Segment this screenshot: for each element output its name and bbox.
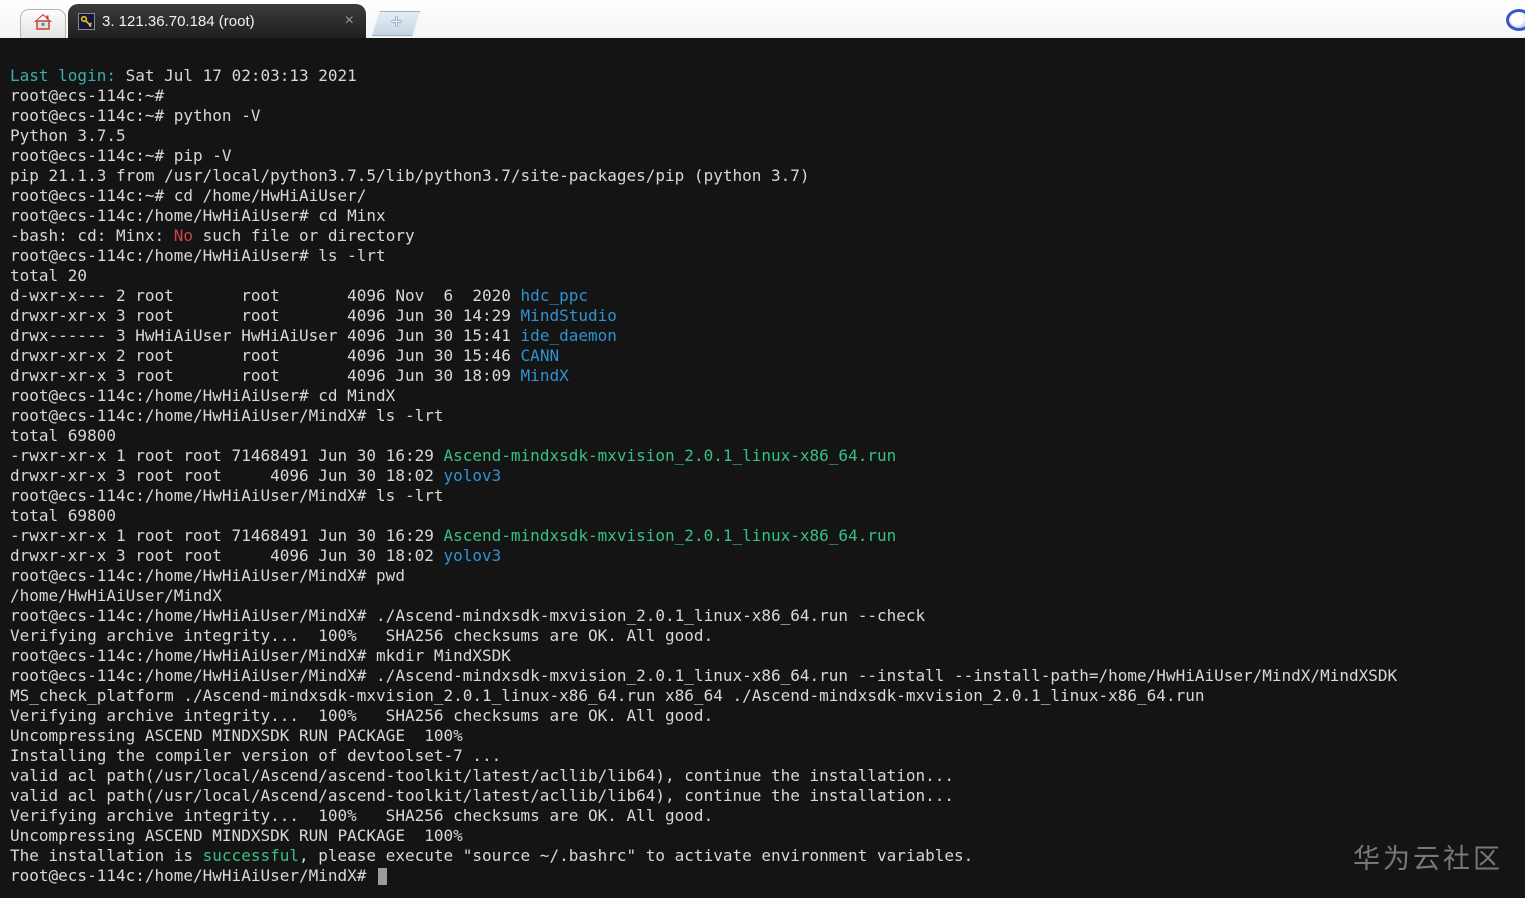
close-icon[interactable]: × — [345, 13, 354, 29]
terminal-line: -rwxr-xr-x 1 root root 71468491 Jun 30 1… — [10, 446, 897, 465]
terminal-line: Installing the compiler version of devto… — [10, 746, 502, 765]
terminal-line: drwxr-xr-x 3 root root 4096 Jun 30 14:29… — [10, 306, 617, 325]
terminal-line: root@ecs-114c:/home/HwHiAiUser/MindX# pw… — [10, 566, 405, 585]
terminal-line: Verifying archive integrity... 100% SHA2… — [10, 706, 714, 725]
session-tab[interactable]: 3. 121.36.70.184 (root) × — [68, 4, 366, 38]
terminal-line: root@ecs-114c:~# cd /home/HwHiAiUser/ — [10, 186, 367, 205]
terminal-line: total 69800 — [10, 426, 116, 445]
terminal-output[interactable]: Last login: Sat Jul 17 02:03:13 2021 root… — [0, 38, 1525, 898]
ssh-key-icon — [78, 12, 95, 30]
terminal-line: Uncompressing ASCEND MINDXSDK RUN PACKAG… — [10, 726, 463, 745]
terminal-line: total 69800 — [10, 506, 116, 525]
terminal-line: Uncompressing ASCEND MINDXSDK RUN PACKAG… — [10, 826, 463, 845]
terminal-line: root@ecs-114c:~# pip -V — [10, 146, 232, 165]
footer-banner: term by subscribing to the professional … — [0, 898, 1525, 917]
terminal-line: drwxr-xr-x 3 root root 4096 Jun 30 18:02… — [10, 466, 502, 485]
terminal-line: root@ecs-114c:/home/HwHiAiUser/MindX# — [10, 866, 1525, 886]
terminal-line: root@ecs-114c:/home/HwHiAiUser# cd MindX — [10, 386, 396, 405]
terminal-line: Verifying archive integrity... 100% SHA2… — [10, 626, 714, 645]
terminal-line: total 20 — [10, 266, 88, 285]
terminal-line: drwx------ 3 HwHiAiUser HwHiAiUser 4096 … — [10, 326, 617, 345]
terminal-line: root@ecs-114c:/home/HwHiAiUser# cd Minx — [10, 206, 386, 225]
new-tab-button[interactable] — [372, 11, 420, 36]
terminal-line: root@ecs-114c:/home/HwHiAiUser/MindX# ./… — [10, 606, 926, 625]
terminal-line: root@ecs-114c:/home/HwHiAiUser/MindX# ls… — [10, 486, 444, 505]
home-icon — [33, 13, 53, 35]
terminal-line: drwxr-xr-x 2 root root 4096 Jun 30 15:46… — [10, 346, 560, 365]
terminal-line: The installation is successful, please e… — [10, 846, 974, 865]
terminal-line: MS_check_platform ./Ascend-mindxsdk-mxvi… — [10, 686, 1205, 705]
app-badge-icon[interactable] — [1506, 9, 1525, 31]
terminal-lines: Last login: Sat Jul 17 02:03:13 2021 root… — [10, 66, 1525, 886]
terminal-line: root@ecs-114c:/home/HwHiAiUser/MindX# ./… — [10, 666, 1398, 685]
terminal-line: root@ecs-114c:/home/HwHiAiUser# ls -lrt — [10, 246, 386, 265]
home-tab[interactable] — [20, 9, 66, 38]
terminal-line: d-wxr-x--- 2 root root 4096 Nov 6 2020 h… — [10, 286, 588, 305]
terminal-line: -rwxr-xr-x 1 root root 71468491 Jun 30 1… — [10, 526, 897, 545]
plus-icon — [390, 15, 403, 33]
terminal-line: drwxr-xr-x 3 root root 4096 Jun 30 18:02… — [10, 546, 502, 565]
terminal-line: Verifying archive integrity... 100% SHA2… — [10, 806, 714, 825]
watermark: 华为云社区 — [1353, 844, 1503, 875]
session-tab-label: 3. 121.36.70.184 (root) — [102, 12, 255, 30]
terminal-line: root@ecs-114c:/home/HwHiAiUser/MindX# ls… — [10, 406, 444, 425]
terminal-line: Last login: Sat Jul 17 02:03:13 2021 — [10, 66, 357, 85]
terminal-cursor — [378, 868, 388, 885]
terminal-line: Python 3.7.5 — [10, 126, 126, 145]
terminal-line: valid acl path(/usr/local/Ascend/ascend-… — [10, 766, 955, 785]
terminal-line: -bash: cd: Minx: No such file or directo… — [10, 226, 415, 245]
terminal-line: valid acl path(/usr/local/Ascend/ascend-… — [10, 786, 955, 805]
terminal-line: root@ecs-114c:/home/HwHiAiUser/MindX# mk… — [10, 646, 511, 665]
terminal-line: root@ecs-114c:~# — [10, 86, 165, 105]
terminal-line: /home/HwHiAiUser/MindX — [10, 586, 222, 605]
terminal-line: pip 21.1.3 from /usr/local/python3.7.5/l… — [10, 166, 810, 185]
tab-bar: 3. 121.36.70.184 (root) × — [0, 0, 1525, 38]
terminal-line: root@ecs-114c:~# python -V — [10, 106, 261, 125]
terminal-line: drwxr-xr-x 3 root root 4096 Jun 30 18:09… — [10, 366, 569, 385]
